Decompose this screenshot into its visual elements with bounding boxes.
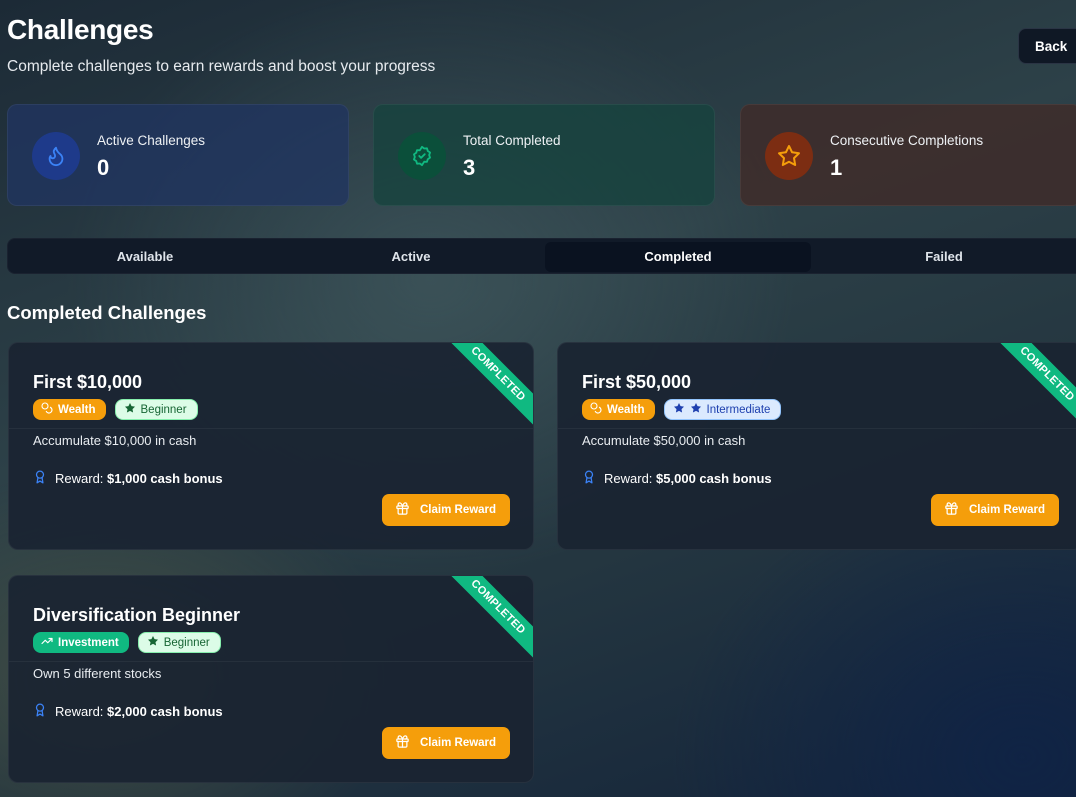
divider — [9, 428, 533, 429]
star-icon — [124, 402, 136, 417]
coins-icon — [590, 402, 602, 417]
trending-up-icon — [41, 635, 53, 650]
section-title: Completed Challenges — [7, 302, 207, 323]
stat-value: 3 — [463, 155, 476, 180]
challenge-tabs: Available Active Completed Failed — [7, 238, 1076, 274]
challenge-description: Accumulate $50,000 in cash — [582, 433, 746, 448]
stat-card-total-completed: Total Completed 3 — [373, 104, 715, 206]
reward-label: Reward: — [55, 704, 104, 719]
reward-value: $2,000 cash bonus — [107, 704, 223, 719]
star-icon — [765, 132, 813, 180]
gift-icon — [395, 501, 410, 519]
stat-value: 1 — [830, 155, 843, 180]
flame-icon — [32, 132, 80, 180]
coins-icon — [41, 402, 53, 417]
difficulty-badge: Beginner — [137, 632, 221, 653]
tab-active[interactable]: Active — [278, 242, 544, 272]
challenge-reward: Reward: $5,000 cash bonus — [582, 469, 772, 488]
divider — [9, 661, 533, 662]
stat-card-consecutive-completions: Consecutive Completions 1 — [740, 104, 1076, 206]
challenge-tags: Wealth Intermediate — [582, 399, 782, 420]
reward-value: $5,000 cash bonus — [656, 471, 772, 486]
stat-value: 0 — [97, 155, 110, 180]
reward-label: Reward: — [55, 471, 104, 486]
challenge-tags: Wealth Beginner — [33, 399, 198, 420]
divider — [558, 428, 1076, 429]
difficulty-badge: Intermediate — [663, 399, 782, 420]
challenge-title: Diversification Beginner — [33, 605, 241, 625]
difficulty-label: Beginner — [163, 636, 210, 649]
category-badge: Wealth — [33, 399, 106, 420]
tab-completed[interactable]: Completed — [545, 242, 811, 272]
challenge-title: First $50,000 — [582, 372, 692, 392]
stat-label: Consecutive Completions — [830, 133, 984, 148]
completed-ribbon: COMPLETED — [444, 576, 533, 661]
challenge-description: Own 5 different stocks — [33, 666, 162, 681]
challenge-card: COMPLETED Diversification Beginner Inves… — [8, 575, 534, 783]
completed-ribbon: COMPLETED — [444, 343, 533, 428]
badge-check-icon — [398, 132, 446, 180]
completed-ribbon: COMPLETED — [993, 343, 1076, 428]
stats-row: Active Challenges 0 Total Completed 3 Co… — [7, 104, 1076, 206]
back-button[interactable]: Back — [1018, 28, 1076, 64]
stat-label: Total Completed — [463, 133, 561, 148]
challenge-description: Accumulate $10,000 in cash — [33, 433, 197, 448]
category-badge: Wealth — [582, 399, 655, 420]
difficulty-label: Intermediate — [706, 403, 771, 416]
stat-card-active-challenges: Active Challenges 0 — [7, 104, 349, 206]
challenge-title: First $10,000 — [33, 372, 143, 392]
category-badge: Investment — [33, 632, 129, 653]
star-icon — [147, 635, 159, 650]
gift-icon — [944, 501, 959, 519]
award-icon — [582, 469, 596, 488]
star-icon — [690, 402, 702, 417]
page-title: Challenges — [7, 14, 154, 45]
claim-reward-label: Claim Reward — [420, 504, 497, 516]
award-icon — [33, 469, 47, 488]
challenge-card: COMPLETED First $50,000 Wealth Intermedi… — [557, 342, 1076, 550]
award-icon — [33, 702, 47, 721]
page-header: Challenges Complete challenges to earn r… — [7, 14, 435, 76]
star-icon — [673, 402, 685, 417]
challenge-card: COMPLETED First $10,000 Wealth Beginner … — [8, 342, 534, 550]
category-label: Wealth — [607, 403, 645, 416]
reward-label: Reward: — [604, 471, 653, 486]
stat-label: Active Challenges — [97, 133, 206, 148]
category-label: Wealth — [58, 403, 96, 416]
gift-icon — [395, 734, 410, 752]
tab-failed[interactable]: Failed — [811, 242, 1076, 272]
challenge-reward: Reward: $1,000 cash bonus — [33, 469, 223, 488]
claim-reward-button[interactable]: Claim Reward — [931, 494, 1059, 526]
difficulty-label: Beginner — [140, 403, 187, 416]
category-label: Investment — [58, 636, 119, 649]
challenge-reward: Reward: $2,000 cash bonus — [33, 702, 223, 721]
reward-value: $1,000 cash bonus — [107, 471, 223, 486]
claim-reward-label: Claim Reward — [420, 737, 497, 749]
claim-reward-button[interactable]: Claim Reward — [382, 494, 510, 526]
claim-reward-button[interactable]: Claim Reward — [382, 727, 510, 759]
claim-reward-label: Claim Reward — [969, 504, 1046, 516]
tab-available[interactable]: Available — [12, 242, 278, 272]
difficulty-badge: Beginner — [114, 399, 198, 420]
challenge-tags: Investment Beginner — [33, 632, 221, 653]
page-subtitle: Complete challenges to earn rewards and … — [7, 58, 436, 75]
